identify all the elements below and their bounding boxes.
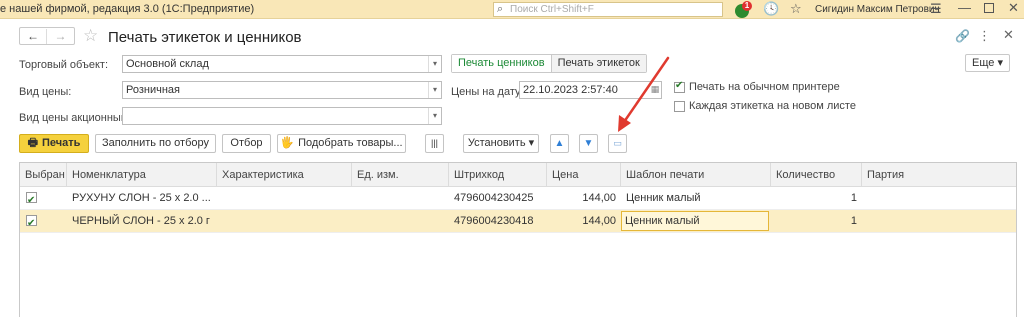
close-window-icon[interactable]: ✕: [1008, 0, 1019, 16]
column-header[interactable]: Шаблон печати: [621, 163, 771, 187]
fill-by-selection-label: Заполнить по отбору: [101, 137, 209, 149]
app-title: е нашей фирмой, редакция 3.0 (1С:Предпри…: [0, 3, 255, 15]
column-header[interactable]: Партия: [862, 163, 1016, 187]
filter-button[interactable]: Отбор: [222, 134, 271, 153]
price-kind-value: Розничная: [126, 84, 180, 96]
barcode-cell[interactable]: 4796004230418: [449, 210, 547, 232]
column-header[interactable]: Штрихкод: [449, 163, 547, 187]
item-cell[interactable]: ЧЕРНЫЙ СЛОН - 25 х 2.0 г: [67, 210, 217, 232]
search-placeholder: Поиск Ctrl+Shift+F: [510, 4, 594, 15]
notification-count-badge: 1: [742, 1, 752, 11]
document-icon: ▭: [613, 138, 622, 148]
favorites-icon[interactable]: ☆: [790, 1, 802, 17]
promo-price-kind-field[interactable]: ▾: [122, 107, 442, 125]
column-header[interactable]: Количество: [771, 163, 862, 187]
each-label-new-sheet-label: Каждая этикетка на новом листе: [689, 100, 856, 112]
minimize-window-icon[interactable]: —: [958, 0, 971, 15]
table-row[interactable]: ЧЕРНЫЙ СЛОН - 25 х 2.0 г 4796004230418 1…: [20, 210, 1016, 233]
table-header: Выбран Номенклатура Характеристика Ед. и…: [20, 163, 1016, 187]
characteristic-cell[interactable]: [217, 187, 352, 209]
page-title: Печать этикеток и ценников: [108, 29, 302, 46]
close-form-icon[interactable]: ✕: [1003, 27, 1014, 43]
quantity-cell[interactable]: 1: [771, 187, 862, 209]
price-cell[interactable]: 144,00: [547, 187, 621, 209]
navigation-buttons: ← →: [19, 27, 75, 45]
template-cell[interactable]: Ценник малый: [621, 210, 771, 232]
trade-object-label: Торговый объект:: [19, 59, 109, 71]
notifications-icon[interactable]: 1: [734, 1, 752, 18]
forward-arrow-icon[interactable]: →: [47, 29, 74, 44]
selected-cell[interactable]: [20, 210, 67, 232]
column-header[interactable]: Характеристика: [217, 163, 352, 187]
unit-cell[interactable]: [352, 210, 449, 232]
pick-goods-icon: 🖐: [280, 137, 295, 149]
item-cell[interactable]: РУХУНУ СЛОН - 25 х 2.0 ...: [67, 187, 217, 209]
global-search-input[interactable]: ⌕ Поиск Ctrl+Shift+F: [493, 2, 723, 17]
pick-goods-button[interactable]: 🖐 Подобрать товары...: [277, 134, 406, 153]
column-header[interactable]: Номенклатура: [67, 163, 217, 187]
barcode-cell[interactable]: 4796004230425: [449, 187, 547, 209]
add-to-favorites-icon[interactable]: ☆: [83, 26, 98, 46]
selected-cell[interactable]: [20, 187, 67, 209]
main-menu-icon[interactable]: ☰: [930, 1, 942, 17]
current-user[interactable]: Сигидин Максим Петрович: [815, 4, 940, 15]
search-icon: ⌕: [497, 3, 504, 15]
price-kind-label: Вид цены:: [19, 86, 72, 98]
fill-by-selection-button[interactable]: Заполнить по отбору: [95, 134, 216, 153]
promo-price-kind-label: Вид цены акционный:: [19, 112, 131, 124]
regular-printer-label: Печать на обычном принтере: [689, 81, 840, 93]
barcode-icon: |||: [430, 138, 438, 148]
pick-goods-label: Подобрать товары...: [298, 137, 403, 149]
chevron-down-icon[interactable]: ▾: [428, 82, 441, 98]
chevron-down-icon[interactable]: ▾: [428, 56, 441, 72]
column-header[interactable]: Ед. изм.: [352, 163, 449, 187]
link-icon[interactable]: 🔗: [955, 29, 970, 43]
more-vertical-icon[interactable]: ⋮: [978, 28, 991, 44]
price-kind-field[interactable]: Розничная ▾: [122, 81, 442, 99]
batch-cell[interactable]: [862, 187, 1016, 209]
print-button[interactable]: 🖶 Печать: [19, 134, 89, 153]
print-button-label: Печать: [41, 137, 81, 149]
tab-print-price-tags[interactable]: Печать ценников: [452, 55, 552, 72]
annotation-arrow: [618, 56, 670, 132]
template-cell-editor[interactable]: Ценник малый: [621, 211, 769, 231]
row-selected-checkbox[interactable]: [26, 190, 37, 209]
maximize-window-icon[interactable]: [984, 3, 994, 13]
quantity-cell[interactable]: 1: [771, 210, 862, 232]
chevron-down-icon[interactable]: ▾: [428, 108, 441, 124]
row-selected-checkbox[interactable]: [26, 213, 37, 232]
trade-object-value: Основной склад: [126, 58, 209, 70]
barcode-scan-button[interactable]: |||: [425, 134, 444, 153]
column-header[interactable]: Выбран: [20, 163, 67, 187]
printer-icon: 🖶: [27, 137, 38, 149]
characteristic-cell[interactable]: [217, 210, 352, 232]
arrow-down-icon: ▼: [583, 138, 594, 149]
history-icon[interactable]: 🕓: [763, 1, 779, 17]
back-arrow-icon[interactable]: ←: [20, 29, 47, 44]
arrow-up-icon: ▲: [554, 138, 565, 149]
unit-cell[interactable]: [352, 187, 449, 209]
move-down-button[interactable]: ▼: [579, 134, 598, 153]
price-date-label: Цены на дату:: [451, 86, 524, 98]
trade-object-field[interactable]: Основной склад ▾: [122, 55, 442, 73]
column-header[interactable]: Цена: [547, 163, 621, 187]
template-cell[interactable]: Ценник малый: [621, 187, 771, 209]
goods-table: Выбран Номенклатура Характеристика Ед. и…: [19, 162, 1017, 317]
more-button-label: Еще: [972, 57, 995, 69]
move-up-button[interactable]: ▲: [550, 134, 569, 153]
batch-cell[interactable]: [862, 210, 1016, 232]
set-button[interactable]: Установить ▾: [463, 134, 539, 153]
price-cell[interactable]: 144,00: [547, 210, 621, 232]
filter-label: Отбор: [230, 137, 263, 149]
table-row[interactable]: РУХУНУ СЛОН - 25 х 2.0 ... 4796004230425…: [20, 187, 1016, 210]
app-title-bar: е нашей фирмой, редакция 3.0 (1С:Предпри…: [0, 0, 1024, 19]
set-label: Установить: [467, 137, 526, 149]
more-button[interactable]: Еще ▾: [965, 54, 1010, 72]
